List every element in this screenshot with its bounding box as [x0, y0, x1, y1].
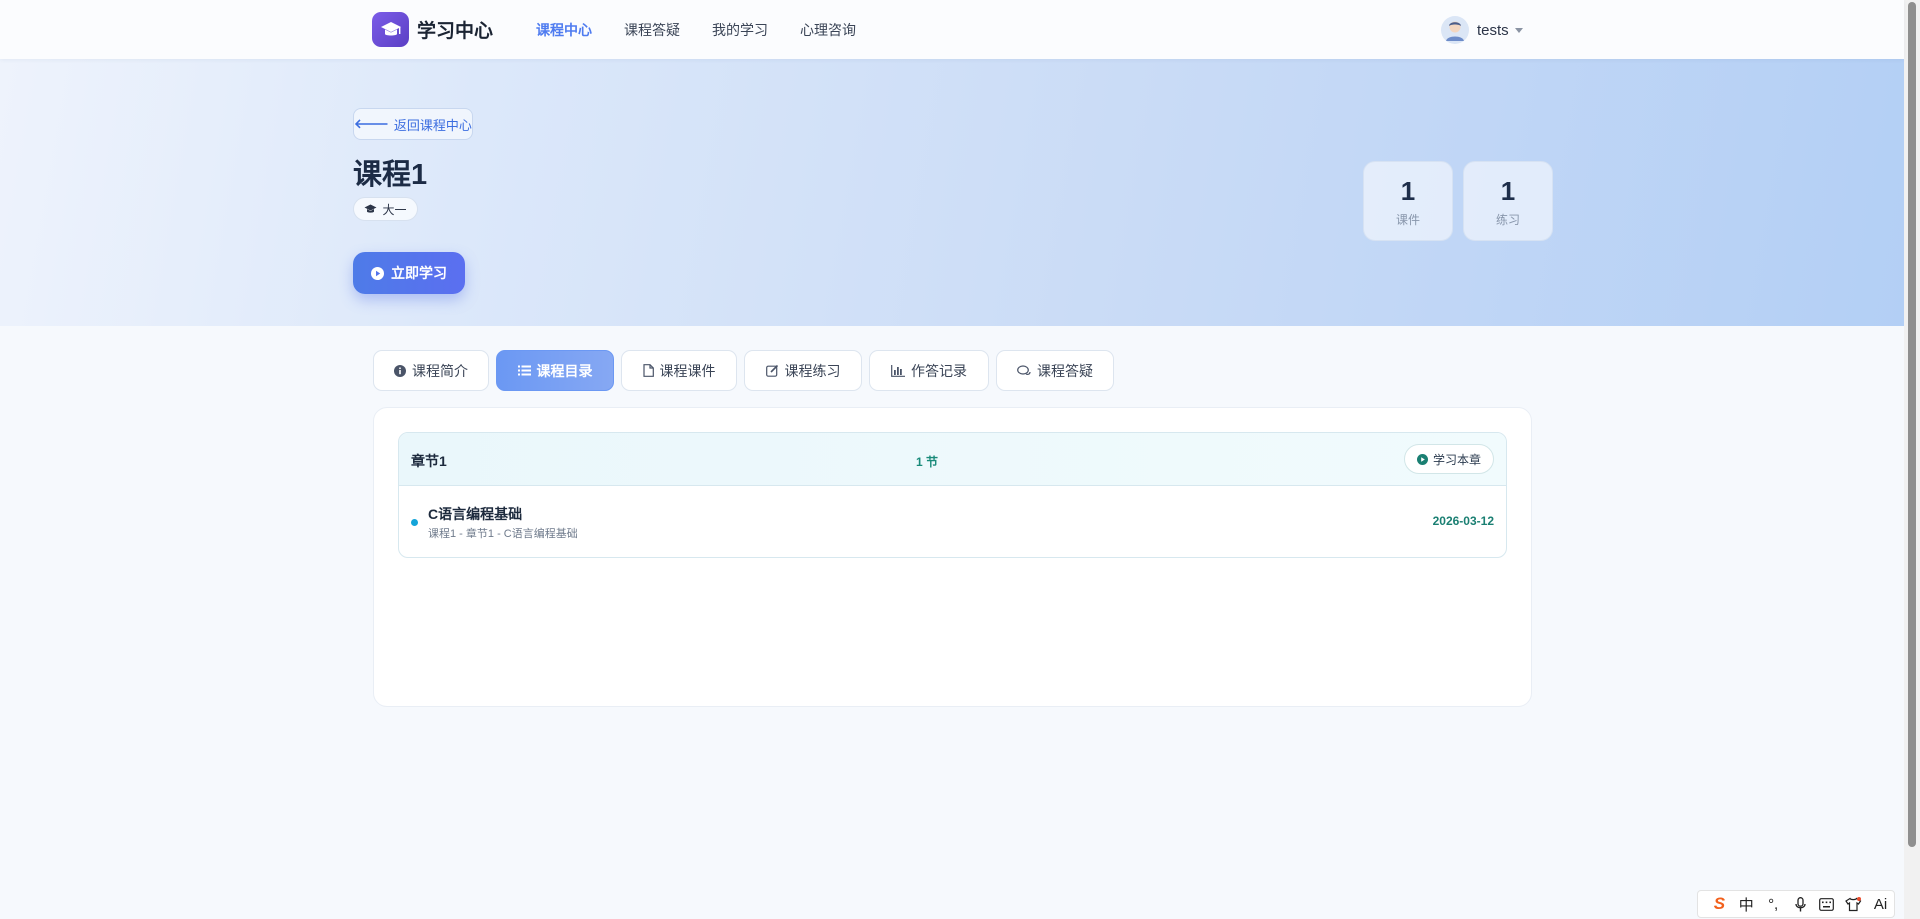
lesson-item[interactable]: C语言编程基础 课程1 - 章节1 - C语言编程基础 2026-03-12 — [399, 486, 1506, 557]
page-scrollbar[interactable] — [1904, 0, 1920, 919]
tab-qa[interactable]: 课程答疑 — [996, 350, 1114, 391]
avatar — [1441, 16, 1469, 44]
back-button[interactable]: 🡐 返回课程中心 — [353, 108, 473, 140]
tab-catalog[interactable]: 课程目录 — [496, 350, 614, 391]
play-circle-icon — [1416, 453, 1428, 465]
tab-answer-records[interactable]: 作答记录 — [869, 350, 989, 391]
punctuation-toggle[interactable]: °, — [1760, 896, 1787, 913]
brand[interactable]: 学习中心 — [372, 12, 493, 47]
play-circle-icon — [371, 266, 384, 280]
start-study-label: 立即学习 — [391, 265, 447, 281]
tab-intro[interactable]: 课程简介 — [373, 350, 489, 391]
ime-toolbar: S 中 °, Ai — [1697, 890, 1895, 918]
tab-label: 课程目录 — [536, 362, 593, 379]
mic-icon[interactable] — [1787, 896, 1814, 912]
file-icon — [642, 364, 654, 377]
lesson-dot — [411, 519, 418, 526]
top-navbar: 学习中心 课程中心 课程答疑 我的学习 心理咨询 tests — [0, 0, 1904, 59]
chapter-title: 章节1 — [411, 453, 447, 469]
catalog-panel: 章节1 1 节 学习本章 C语言编程基础 课程1 - 章节1 - C语言编程基础… — [373, 407, 1532, 707]
chart-icon — [891, 364, 905, 377]
chat-icon — [1017, 364, 1031, 377]
ime-mode-toggle[interactable]: 中 — [1733, 894, 1760, 915]
tab-label: 课程答疑 — [1037, 362, 1093, 379]
study-chapter-button[interactable]: 学习本章 — [1404, 444, 1494, 474]
tab-label: 课程课件 — [659, 362, 716, 379]
tab-courseware[interactable]: 课程课件 — [621, 350, 737, 391]
grade-tag: 大一 — [353, 197, 418, 221]
lesson-date: 2026-03-12 — [1432, 514, 1494, 528]
course-tabs: 课程简介 课程目录 课程课件 课程练习 作答记录 课程答疑 — [373, 350, 1121, 391]
tab-label: 课程练习 — [784, 362, 841, 379]
study-chapter-label: 学习本章 — [1432, 452, 1481, 467]
user-menu[interactable]: tests — [1441, 16, 1523, 44]
sogou-logo-icon[interactable]: S — [1706, 894, 1733, 914]
stat-value: 1 — [1500, 176, 1516, 206]
course-hero: 🡐 返回课程中心 课程1 大一 立即学习 1 课件 1 练习 — [0, 59, 1904, 326]
grade-label: 大一 — [382, 202, 407, 217]
tab-label: 作答记录 — [911, 362, 967, 379]
nav-my-study[interactable]: 我的学习 — [712, 20, 768, 40]
edit-icon — [765, 364, 779, 377]
chapter-card: 章节1 1 节 学习本章 C语言编程基础 课程1 - 章节1 - C语言编程基础… — [398, 432, 1507, 558]
nav-course-qa[interactable]: 课程答疑 — [624, 20, 680, 40]
lesson-path: 课程1 - 章节1 - C语言编程基础 — [428, 528, 578, 540]
tab-label: 课程简介 — [412, 362, 468, 379]
info-icon — [394, 364, 406, 377]
shirt-icon[interactable] — [1840, 896, 1867, 912]
nav-counseling[interactable]: 心理咨询 — [800, 20, 856, 40]
chevron-down-icon — [1514, 27, 1523, 33]
tab-practice[interactable]: 课程练习 — [744, 350, 862, 391]
stat-practice: 1 练习 — [1463, 161, 1553, 241]
stat-value: 1 — [1400, 176, 1416, 206]
course-title: 课程1 — [353, 159, 428, 191]
chapter-header: 章节1 1 节 学习本章 — [399, 433, 1506, 486]
chapter-lesson-count: 1 节 — [916, 455, 939, 469]
graduation-cap-icon — [364, 204, 377, 214]
brand-name: 学习中心 — [417, 21, 494, 42]
stat-courseware: 1 课件 — [1363, 161, 1453, 241]
username: tests — [1477, 21, 1509, 39]
nav-course-center[interactable]: 课程中心 — [536, 20, 592, 40]
stat-label: 练习 — [1495, 213, 1520, 227]
list-icon — [517, 365, 531, 376]
ai-button[interactable]: Ai — [1867, 896, 1894, 913]
lesson-title: C语言编程基础 — [428, 506, 523, 522]
graduation-cap-icon — [372, 12, 409, 47]
keyboard-icon[interactable] — [1813, 897, 1840, 911]
main-nav: 课程中心 课程答疑 我的学习 心理咨询 — [536, 20, 888, 40]
stat-label: 课件 — [1395, 213, 1420, 227]
arrow-left-icon: 🡐 — [354, 116, 389, 131]
start-study-button[interactable]: 立即学习 — [353, 252, 465, 294]
scrollbar-thumb[interactable] — [1908, 2, 1916, 847]
back-label: 返回课程中心 — [393, 117, 472, 133]
